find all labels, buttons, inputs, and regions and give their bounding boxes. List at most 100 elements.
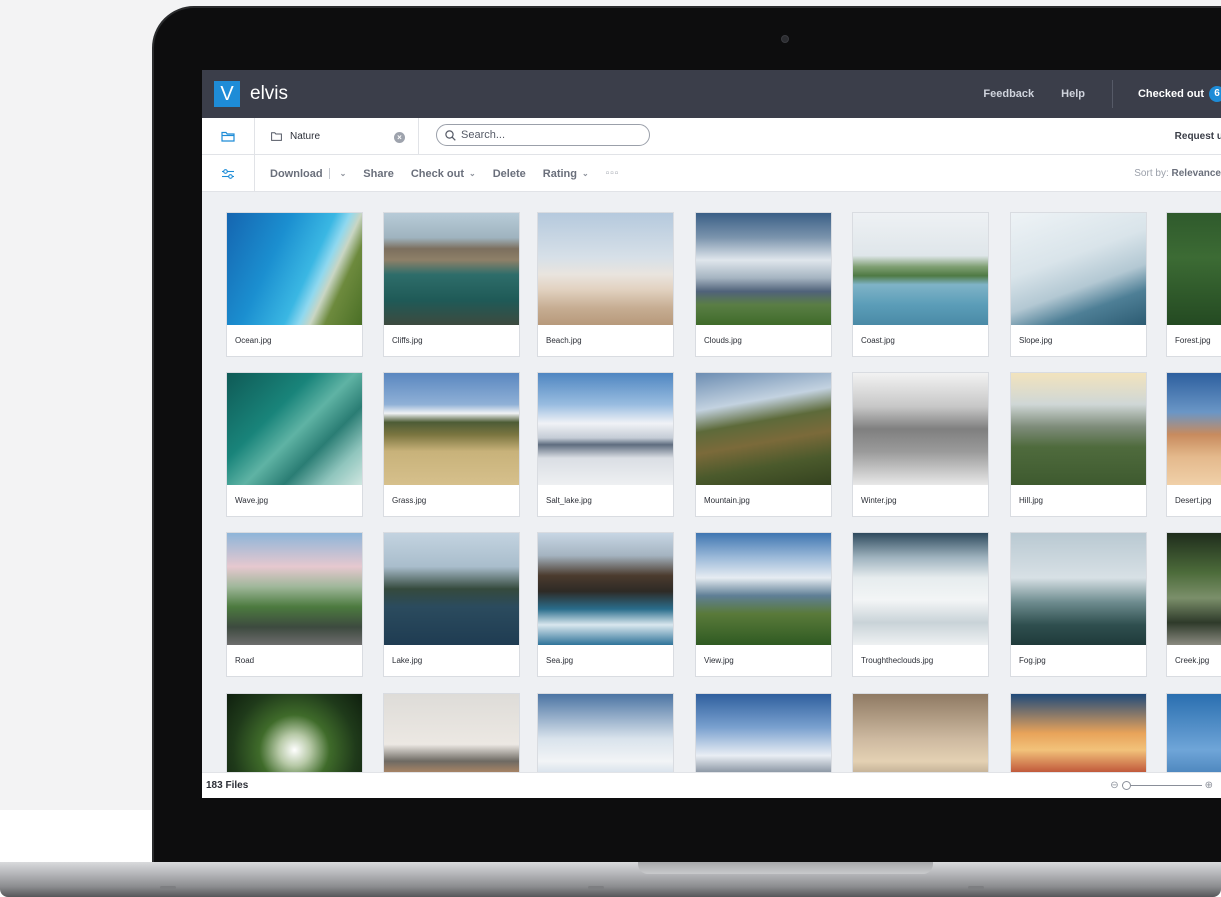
asset-thumbnail[interactable] <box>1011 213 1146 325</box>
asset-thumbnail[interactable] <box>696 694 831 772</box>
rating-button[interactable]: Rating ⌄ <box>543 168 589 180</box>
sort-value: Relevance <box>1171 168 1221 179</box>
asset-card[interactable]: Road <box>226 532 363 677</box>
asset-thumbnail[interactable] <box>1011 694 1146 772</box>
asset-thumbnail[interactable] <box>1167 213 1221 325</box>
asset-thumbnail[interactable] <box>384 373 519 485</box>
zoom-in-icon[interactable]: ⊕ <box>1205 780 1213 791</box>
app-name: elvis <box>250 83 289 104</box>
asset-card[interactable]: Clouds.jpg <box>695 212 832 357</box>
asset-card[interactable]: Ocean.jpg <box>226 212 363 357</box>
asset-card[interactable]: Cliffs.jpg <box>383 212 520 357</box>
asset-card[interactable] <box>1010 693 1147 772</box>
asset-card[interactable]: Forest.jpg <box>1166 212 1221 357</box>
sort-label: Sort by: <box>1134 168 1169 179</box>
checked-out-button[interactable]: Checked out 6 <box>1138 86 1221 102</box>
asset-card[interactable] <box>226 693 363 772</box>
asset-thumbnail[interactable] <box>696 373 831 485</box>
asset-thumbnail[interactable] <box>853 533 988 645</box>
zoom-slider-knob[interactable] <box>1121 781 1131 790</box>
asset-thumbnail[interactable] <box>853 213 988 325</box>
download-button[interactable]: Download ⌄ <box>270 168 346 180</box>
laptop-base-notch <box>638 862 933 874</box>
check-out-label: Check out <box>410 167 465 180</box>
filter-sliders-icon <box>222 168 234 179</box>
laptop-foot <box>968 886 984 889</box>
clear-icon[interactable]: × <box>394 132 405 143</box>
asset-card[interactable]: Coast.jpg <box>852 212 989 357</box>
asset-card[interactable] <box>1166 693 1221 772</box>
zoom-out-icon[interactable]: ⊖ <box>1110 780 1118 791</box>
asset-thumbnail[interactable] <box>538 694 673 772</box>
asset-thumbnail[interactable] <box>538 373 673 485</box>
asset-card[interactable]: Winter.jpg <box>852 372 989 517</box>
asset-thumbnail[interactable] <box>384 533 519 645</box>
asset-card[interactable]: Troughtheclouds.jpg <box>852 532 989 677</box>
asset-card[interactable]: Creek.jpg <box>1166 532 1221 677</box>
feedback-link[interactable]: Feedback <box>983 88 1034 100</box>
filter-panel-toggle[interactable] <box>202 155 255 192</box>
asset-thumbnail[interactable] <box>538 533 673 645</box>
asset-card[interactable]: Sea.jpg <box>537 532 674 677</box>
asset-filename: Fog.jpg <box>1019 656 1046 665</box>
asset-card[interactable] <box>695 693 832 772</box>
asset-card[interactable]: View.jpg <box>695 532 832 677</box>
laptop-foot <box>160 886 176 889</box>
asset-card[interactable]: Slope.jpg <box>1010 212 1147 357</box>
asset-thumbnail[interactable] <box>853 694 988 772</box>
delete-button[interactable]: Delete <box>493 168 526 180</box>
asset-thumbnail[interactable] <box>696 213 831 325</box>
help-link[interactable]: Help <box>1061 88 1085 100</box>
asset-card[interactable]: Grass.jpg <box>383 372 520 517</box>
asset-thumbnail[interactable] <box>1011 533 1146 645</box>
asset-filename: Winter.jpg <box>861 496 897 505</box>
asset-thumbnail[interactable] <box>384 694 519 772</box>
asset-thumbnail[interactable] <box>1167 533 1221 645</box>
laptop-foot <box>588 886 604 889</box>
asset-card[interactable]: Salt_lake.jpg <box>537 372 674 517</box>
asset-thumbnail[interactable] <box>1167 373 1221 485</box>
sort-control[interactable]: Sort by: Relevance <box>1134 155 1221 192</box>
asset-card[interactable] <box>852 693 989 772</box>
search-box[interactable] <box>436 124 650 146</box>
asset-card[interactable]: Desert.jpg <box>1166 372 1221 517</box>
asset-thumbnail[interactable] <box>227 533 362 645</box>
asset-thumbnail[interactable] <box>853 373 988 485</box>
asset-card[interactable]: Hill.jpg <box>1010 372 1147 517</box>
asset-filename: Forest.jpg <box>1175 336 1211 345</box>
zoom-control: ⊖ ⊕ <box>1110 780 1213 791</box>
search-input[interactable] <box>461 129 631 141</box>
asset-filename: Salt_lake.jpg <box>546 496 592 505</box>
check-out-button[interactable]: Check out ⌄ <box>411 168 476 180</box>
asset-card[interactable]: Lake.jpg <box>383 532 520 677</box>
chevron-down-icon[interactable]: ⌄ <box>340 169 347 178</box>
asset-thumbnail[interactable] <box>696 533 831 645</box>
asset-card[interactable]: Beach.jpg <box>537 212 674 357</box>
chevron-down-icon: ⌄ <box>582 169 589 178</box>
asset-thumbnail[interactable] <box>1011 373 1146 485</box>
zoom-slider[interactable] <box>1121 781 1202 790</box>
asset-thumbnail[interactable] <box>227 694 362 772</box>
request-button[interactable]: Request u <box>1175 118 1221 155</box>
asset-thumbnail[interactable] <box>538 213 673 325</box>
more-icon[interactable]: ▫▫▫ <box>606 168 620 179</box>
asset-thumbnail[interactable] <box>384 213 519 325</box>
laptop-base <box>0 862 1221 897</box>
asset-card[interactable]: Wave.jpg <box>226 372 363 517</box>
app-header: V elvis Feedback Help Checked out 6 <box>202 70 1221 118</box>
asset-card[interactable]: Mountain.jpg <box>695 372 832 517</box>
folder-panel-toggle[interactable] <box>202 118 255 155</box>
asset-filename: Troughtheclouds.jpg <box>861 656 934 665</box>
asset-card[interactable] <box>383 693 520 772</box>
split-divider <box>328 168 330 179</box>
asset-thumbnail[interactable] <box>227 213 362 325</box>
asset-thumbnail[interactable] <box>1167 694 1221 772</box>
search-icon <box>445 129 456 141</box>
app-logo[interactable]: V <box>214 81 240 107</box>
asset-filename: Wave.jpg <box>235 496 269 505</box>
nav-divider <box>418 118 419 155</box>
asset-card[interactable] <box>537 693 674 772</box>
asset-thumbnail[interactable] <box>227 373 362 485</box>
share-button[interactable]: Share <box>363 168 394 180</box>
asset-card[interactable]: Fog.jpg <box>1010 532 1147 677</box>
